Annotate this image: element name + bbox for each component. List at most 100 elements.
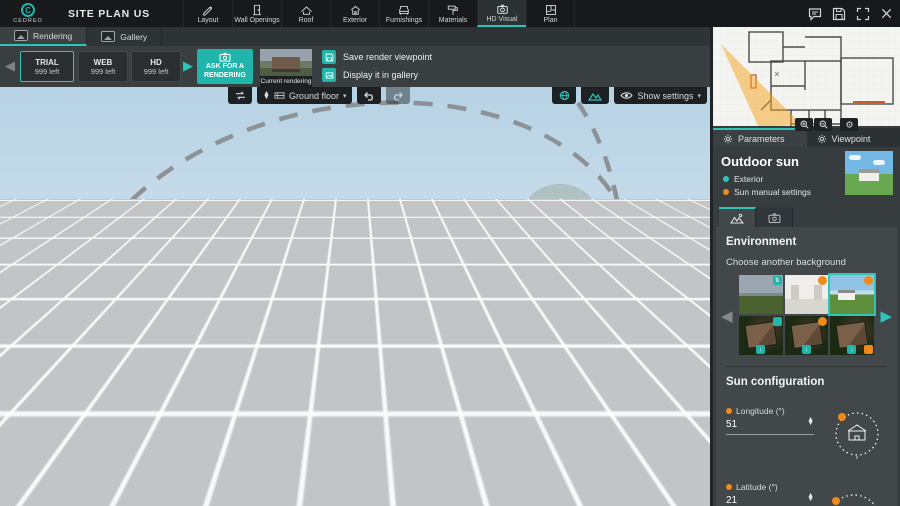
zoom-in-icon <box>613 490 624 501</box>
swap-badge-icon: ⇅ <box>773 276 782 285</box>
sun-sphere <box>598 204 630 236</box>
background-carousel: ◀ ▶ ⇅ <box>726 275 887 355</box>
background-label: Choose another background <box>726 257 887 268</box>
background-thumb-interior[interactable] <box>785 275 829 314</box>
eye-icon <box>562 491 575 500</box>
tab-exterior[interactable]: Exterior <box>330 0 379 27</box>
longitude-input[interactable]: 51 <box>726 419 814 435</box>
floor-plan-minimap[interactable] <box>713 20 900 126</box>
longitude-stepper[interactable]: ▲▼ <box>807 418 814 426</box>
current-rendering-image <box>260 49 312 76</box>
fullscreen-icon[interactable] <box>855 6 870 21</box>
background-thumb-night-2[interactable]: ↓ <box>785 316 829 355</box>
teal-badge-icon <box>773 317 782 326</box>
scene-preview-thumbnail[interactable] <box>845 151 893 195</box>
subtab-camera[interactable] <box>756 207 793 227</box>
tab-rendering[interactable]: Rendering <box>0 27 87 46</box>
person-icon <box>542 490 551 501</box>
redo-button[interactable] <box>386 87 410 104</box>
surface-area-button[interactable]: Surface Area ▴ <box>8 487 101 503</box>
display-in-gallery-button[interactable]: Display it in gallery <box>322 68 418 82</box>
credit-hd[interactable]: HD 999 left <box>131 51 181 82</box>
minimap-controls <box>795 118 858 131</box>
eye-view-button[interactable] <box>562 491 575 500</box>
swap-view-button[interactable] <box>228 87 252 104</box>
rendering-icon <box>14 30 28 41</box>
latitude-field: Latitude (°) 21 ▲▼ <box>726 482 887 506</box>
save-render-viewpoint-button[interactable]: Save render viewpoint <box>322 50 432 64</box>
undo-icon <box>363 91 375 101</box>
gear-icon <box>817 134 827 144</box>
zoom-out-button[interactable] <box>636 490 647 501</box>
credits-scroll-left-icon[interactable]: ◀ <box>5 59 15 72</box>
camera-label: Camera <box>499 490 531 500</box>
camera-icon <box>219 52 231 62</box>
save-icon[interactable] <box>831 6 846 21</box>
latitude-input[interactable]: 21 <box>726 495 814 506</box>
render-view-tabs: Rendering Gallery <box>0 27 710 46</box>
current-rendering-label: Current rendering <box>260 76 312 87</box>
current-rendering-thumbnail[interactable]: Current rendering <box>260 49 312 87</box>
floor-stepper[interactable]: ▲▼ <box>263 92 270 100</box>
environment-heading: Environment <box>726 236 887 248</box>
tab-plan[interactable]: Plan <box>526 0 575 27</box>
walk-view-button[interactable] <box>542 490 551 501</box>
gallery-add-icon <box>322 68 336 82</box>
tab-gallery[interactable]: Gallery <box>87 27 162 46</box>
tab-wall-openings[interactable]: Wall Openings <box>232 0 281 27</box>
tab-hd-visual[interactable]: HD Visual <box>477 0 526 27</box>
tab-materials[interactable]: Materials <box>428 0 477 27</box>
zoom-bar <box>604 487 656 503</box>
tab-roof[interactable]: Roof <box>281 0 330 27</box>
minimap-zoom-in-button[interactable] <box>795 118 813 131</box>
feedback-icon[interactable] <box>807 6 822 21</box>
minimap-zoom-out-button[interactable] <box>814 118 832 131</box>
tab-furnishings[interactable]: Furnishings <box>379 0 428 27</box>
cedreo-logo[interactable]: C CEDREO <box>0 0 56 27</box>
zoom-in-button[interactable] <box>613 490 624 501</box>
house-icon <box>349 4 362 16</box>
background-thumb-night-3[interactable]: ↓ <box>830 316 874 355</box>
undo-button[interactable] <box>357 87 381 104</box>
carousel-left-icon[interactable]: ◀ <box>721 309 733 324</box>
minimap-locate-button[interactable] <box>840 118 858 131</box>
render-credit-row: ◀ TRIAL 999 left WEB 999 left HD 999 lef… <box>0 46 710 87</box>
3d-viewport[interactable]: ▲▼ Ground floor ▾ Show settings ▾ <box>0 87 710 506</box>
background-thumb-night-1[interactable]: ↓ <box>739 316 783 355</box>
pencil-icon <box>202 4 214 16</box>
globe-toggle-button[interactable] <box>552 87 576 104</box>
hand-icon <box>663 490 672 500</box>
cedreo-logo-icon: C <box>21 3 35 17</box>
subtab-environment[interactable] <box>719 207 756 227</box>
credit-web[interactable]: WEB 999 left <box>78 51 128 82</box>
credit-trial[interactable]: TRIAL 999 left <box>20 51 74 82</box>
longitude-diagram <box>825 406 887 462</box>
latitude-diagram <box>821 482 887 506</box>
show-settings-button[interactable]: Show settings ▾ <box>614 87 707 104</box>
sun-subtabs <box>719 207 900 227</box>
teal-dot-icon <box>723 176 729 182</box>
floor-selector[interactable]: ▲▼ Ground floor ▾ <box>257 87 352 104</box>
ask-for-rendering-button[interactable]: ASK FOR A RENDERING <box>197 49 253 84</box>
credits-scroll-right-icon[interactable]: ▶ <box>183 59 193 72</box>
orange-badge-icon <box>818 276 827 285</box>
close-icon[interactable] <box>879 6 894 21</box>
background-thumb-cloudy[interactable]: ⇅ <box>739 275 783 314</box>
ground-arrows <box>95 477 508 502</box>
carousel-right-icon[interactable]: ▶ <box>880 309 892 324</box>
terrain-toggle-button[interactable] <box>581 87 609 104</box>
top-bar: C CEDREO SITE PLAN US Layout Wall Openin… <box>0 0 900 27</box>
tab-layout[interactable]: Layout <box>183 0 232 27</box>
window-controls <box>807 0 894 27</box>
aerial-view-button[interactable] <box>586 490 596 501</box>
latitude-stepper[interactable]: ▲▼ <box>807 494 814 502</box>
orange-dot-icon <box>726 408 732 414</box>
eye-icon <box>620 91 633 100</box>
zoom-out-icon <box>636 490 647 501</box>
navigate-button[interactable]: Navigate ▴ <box>656 487 710 503</box>
axonometric-icon <box>586 490 596 501</box>
background-thumb-field-selected[interactable] <box>830 275 874 314</box>
tab-parameters[interactable]: Parameters <box>713 128 807 147</box>
orange-dot-icon <box>723 189 729 195</box>
download-badge-icon: ↓ <box>802 345 811 354</box>
